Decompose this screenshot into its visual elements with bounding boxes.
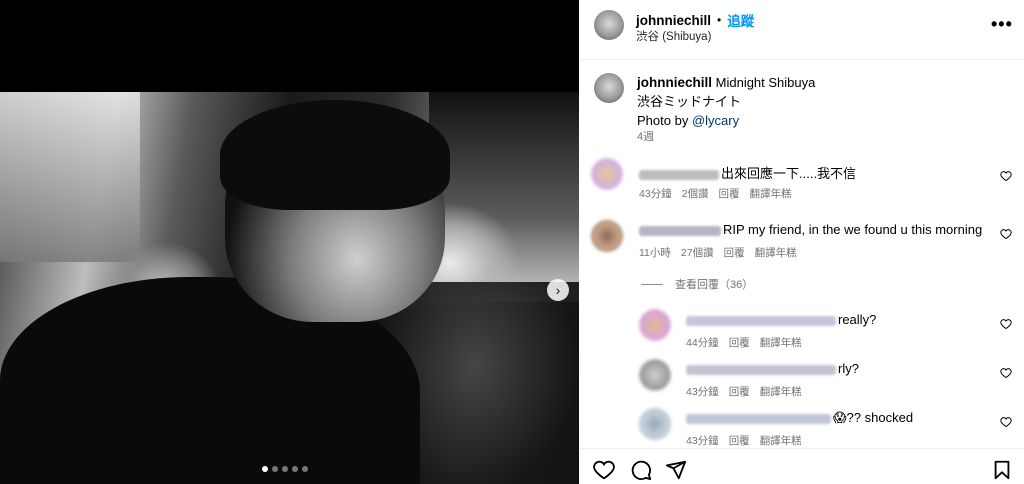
caption-timestamp[interactable]: 4週	[637, 128, 654, 144]
comment-text: 出來回應一下.....我不信	[721, 166, 857, 181]
divider	[641, 283, 663, 285]
heart-icon[interactable]	[1000, 318, 1012, 330]
reply-username[interactable]	[686, 364, 836, 375]
translate-button[interactable]: 翻譯年糕	[750, 186, 792, 201]
translate-button[interactable]: 翻譯年糕	[755, 245, 797, 260]
reply-time[interactable]: 44分鐘	[686, 335, 719, 350]
follow-button[interactable]: 追蹤	[727, 10, 754, 30]
avatar[interactable]	[594, 10, 624, 40]
carousel-dot	[282, 466, 288, 472]
reply-button[interactable]: 回覆	[729, 384, 750, 399]
post-panel: johnniechill • 追蹤 渋谷 (Shibuya) ••• johnn…	[579, 0, 1024, 484]
photo-credit-link[interactable]: @lycary	[692, 113, 739, 128]
view-replies-label: 查看回覆（36）	[675, 279, 754, 291]
like-heart-icon[interactable]	[593, 459, 615, 481]
carousel-dot	[262, 466, 268, 472]
comment-likes[interactable]: 27個讚	[681, 245, 714, 260]
comment-time[interactable]: 11小時	[639, 245, 671, 260]
separator-dot: •	[717, 13, 722, 27]
comment-time[interactable]: 43分鐘	[639, 186, 672, 201]
avatar[interactable]	[591, 158, 623, 190]
view-replies-button[interactable]: 查看回覆（36）	[641, 276, 753, 292]
comment-likes[interactable]: 2個讚	[682, 186, 709, 201]
reply-time[interactable]: 43分鐘	[686, 384, 719, 399]
translate-button[interactable]: 翻譯年糕	[760, 335, 802, 350]
heart-icon[interactable]	[1000, 228, 1012, 240]
reply-text: really?	[838, 312, 877, 327]
bookmark-icon[interactable]	[991, 459, 1013, 481]
reply-text: 😱?? shocked	[833, 410, 914, 425]
action-bar	[579, 448, 1024, 484]
photo-subject-hair	[220, 100, 450, 210]
reply-text: rly?	[838, 361, 859, 376]
avatar[interactable]	[639, 309, 671, 341]
post-header: johnniechill • 追蹤 渋谷 (Shibuya) •••	[579, 0, 1024, 60]
reply-button[interactable]: 回覆	[729, 335, 750, 350]
more-horizontal-icon[interactable]: •••	[991, 14, 1013, 35]
reply-button[interactable]: 回覆	[724, 245, 745, 260]
reply-time[interactable]: 43分鐘	[686, 433, 719, 448]
avatar[interactable]	[591, 220, 623, 252]
heart-icon[interactable]	[1000, 367, 1012, 379]
caption-username[interactable]: johnniechill	[637, 75, 712, 90]
post-photo[interactable]	[0, 92, 579, 484]
share-icon[interactable]	[665, 459, 687, 481]
comment-icon[interactable]	[630, 459, 652, 481]
caption-line: 渋谷ミッドナイト	[637, 94, 742, 109]
next-slide-button[interactable]: ›	[547, 279, 569, 301]
translate-button[interactable]: 翻譯年糕	[760, 433, 802, 448]
caption-photo-by: Photo by	[637, 113, 692, 128]
avatar[interactable]	[639, 408, 671, 440]
translate-button[interactable]: 翻譯年糕	[760, 384, 802, 399]
reply-username[interactable]	[686, 315, 836, 326]
caption-text: johnniechill Midnight Shibuya 渋谷ミッドナイト P…	[637, 73, 1017, 130]
carousel-dot	[272, 466, 278, 472]
avatar[interactable]	[639, 359, 671, 391]
carousel-dot	[292, 466, 298, 472]
carousel-dot	[302, 466, 308, 472]
photo-building-left	[0, 92, 140, 262]
chevron-right-icon: ›	[555, 282, 561, 298]
reply-button[interactable]: 回覆	[729, 433, 750, 448]
reply-button[interactable]: 回覆	[719, 186, 740, 201]
avatar[interactable]	[594, 73, 624, 103]
comment-username[interactable]	[639, 225, 721, 236]
heart-icon[interactable]	[1000, 170, 1012, 182]
comment-text: RIP my friend, in the we found u this mo…	[723, 222, 983, 237]
author-username[interactable]: johnniechill	[636, 13, 711, 28]
caption-line: Midnight Shibuya	[715, 75, 816, 90]
carousel-indicator	[262, 466, 308, 472]
heart-icon[interactable]	[1000, 416, 1012, 428]
media-pane: ›	[0, 0, 579, 484]
post-location[interactable]: 渋谷 (Shibuya)	[636, 28, 711, 44]
reply-username[interactable]	[686, 413, 831, 424]
comment-username[interactable]	[639, 169, 719, 180]
